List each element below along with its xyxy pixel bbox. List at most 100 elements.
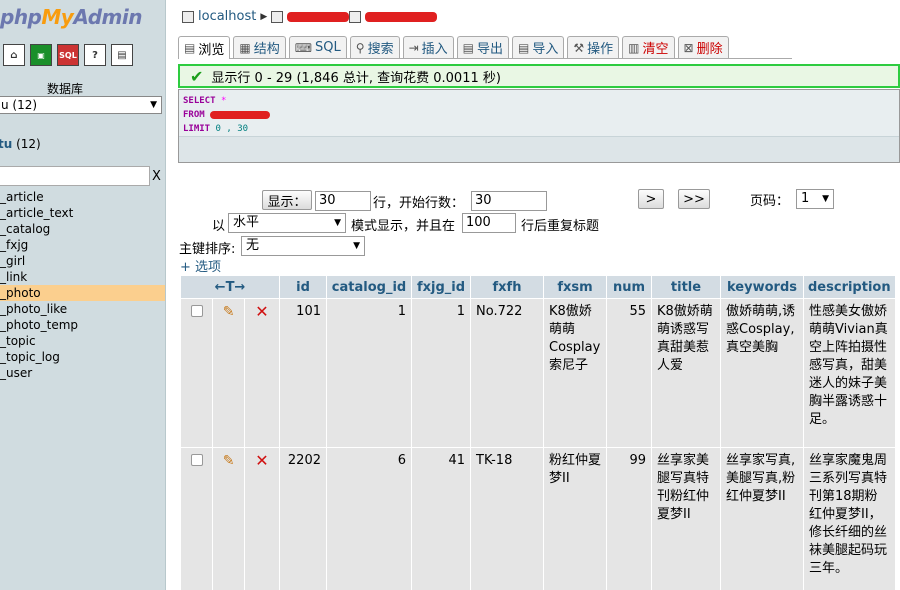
cell-id[interactable]: 2202: [280, 448, 326, 590]
tab-label: 删除: [696, 42, 723, 57]
chevron-down-icon: ▼: [822, 194, 829, 204]
table-filter-input[interactable]: [0, 166, 150, 186]
column-header-fxsm[interactable]: fxsm: [544, 276, 606, 298]
cell-fxfh[interactable]: TK-18: [471, 448, 543, 590]
column-header-keywords[interactable]: keywords: [721, 276, 803, 298]
tab-label: 操作: [587, 42, 614, 57]
cell-keywords[interactable]: 傲娇萌萌,诱惑Cosplay,真空美胸: [721, 299, 803, 447]
tab-sql[interactable]: ⌨ SQL: [288, 36, 347, 58]
help-icon[interactable]: ?: [84, 44, 106, 66]
table-list-item[interactable]: _article: [0, 189, 165, 205]
cell-title[interactable]: K8傲娇萌萌诱惑写真甜美惹人爱: [652, 299, 720, 447]
edit-pencil-icon[interactable]: ✎: [223, 304, 235, 320]
tab-drop[interactable]: ⊠ 删除: [677, 36, 729, 58]
repeat-header-label: 行后重复标题: [521, 219, 600, 234]
sort-select[interactable]: 无 ▼: [241, 236, 365, 256]
home-icon[interactable]: ⌂: [3, 44, 25, 66]
table-list-item[interactable]: _user: [0, 365, 165, 381]
tab-insert[interactable]: ⇥ 插入: [402, 36, 454, 58]
show-button[interactable]: 显示：: [262, 190, 312, 210]
database-select[interactable]: u (12) ▼: [0, 96, 162, 114]
rows-input[interactable]: 30: [315, 191, 371, 211]
table-list-item[interactable]: _girl: [0, 253, 165, 269]
tab-import[interactable]: ▤ 导入: [512, 36, 565, 58]
table-list-item[interactable]: _topic_log: [0, 349, 165, 365]
table-list-item[interactable]: _article_text: [0, 205, 165, 221]
cell-fxjg_id[interactable]: 41: [412, 448, 470, 590]
column-header-fxfh[interactable]: fxfh: [471, 276, 543, 298]
row-delete-cell: ✕: [244, 448, 279, 590]
success-text: 显示行 0 - 29 (1,846 总计, 查询花费 0.0011 秒): [211, 70, 501, 86]
column-resize-header[interactable]: ←T→: [181, 276, 279, 298]
repeat-header-input[interactable]: 100: [462, 213, 516, 233]
current-database[interactable]: tu (12): [0, 137, 41, 151]
delete-x-icon[interactable]: ✕: [255, 302, 268, 321]
sql-window-icon[interactable]: SQL: [57, 44, 79, 66]
rows-label: 行，开始行数：: [373, 196, 465, 211]
column-header-title[interactable]: title: [652, 276, 720, 298]
table-list-item[interactable]: _photo_like: [0, 301, 165, 317]
cell-id[interactable]: 101: [280, 299, 326, 447]
clear-filter-icon[interactable]: X: [152, 169, 161, 184]
search-icon: ⚲: [355, 40, 365, 55]
table-list-item[interactable]: _photo: [0, 285, 165, 301]
page-select[interactable]: 1 ▼: [796, 189, 834, 209]
browse-icon: ▤: [184, 41, 196, 55]
tab-export[interactable]: ▤ 导出: [456, 36, 510, 58]
row-checkbox[interactable]: [190, 454, 203, 466]
last-page-button[interactable]: >>: [678, 189, 710, 209]
tab-label: 导出: [477, 42, 504, 57]
table-list-item[interactable]: _topic: [0, 333, 165, 349]
tab-empty[interactable]: ▥ 清空: [622, 36, 675, 58]
column-header-description[interactable]: description: [804, 276, 895, 298]
drop-icon: ⊠: [683, 40, 694, 55]
tab-search[interactable]: ⚲ 搜索: [349, 36, 400, 58]
next-page-button[interactable]: >: [638, 189, 664, 209]
mode-prefix: 以: [212, 219, 226, 234]
cell-fxjg_id[interactable]: 1: [412, 299, 470, 447]
exit-icon[interactable]: ▣: [30, 44, 52, 66]
cell-catalog_id[interactable]: 6: [327, 448, 411, 590]
cell-fxfh[interactable]: No.722: [471, 299, 543, 447]
cell-num[interactable]: 99: [607, 448, 651, 590]
table-list-item[interactable]: _photo_temp: [0, 317, 165, 333]
column-header-id[interactable]: id: [280, 276, 326, 298]
breadcrumb-server[interactable]: localhost: [198, 9, 256, 24]
cell-keywords[interactable]: 丝享家写真,美腿写真,粉红仲夏梦II: [721, 448, 803, 590]
row-select-cell: [181, 448, 213, 590]
redacted-database-name: [287, 11, 350, 22]
tab-label: SQL: [315, 40, 341, 55]
options-link[interactable]: + 选项: [180, 256, 221, 275]
check-icon: ✔: [190, 66, 204, 86]
column-header-catalog_id[interactable]: catalog_id: [327, 276, 411, 298]
cell-num[interactable]: 55: [607, 299, 651, 447]
table-list-item[interactable]: _catalog: [0, 221, 165, 237]
row-checkbox[interactable]: [190, 305, 203, 317]
row-select-cell: [181, 299, 213, 447]
sql-edit-bar: [179, 136, 899, 162]
row-delete-cell: ✕: [244, 299, 279, 447]
start-row-input[interactable]: 30: [471, 191, 547, 211]
delete-x-icon[interactable]: ✕: [255, 451, 268, 470]
tab-structure[interactable]: ▦ 结构: [233, 36, 286, 58]
cell-fxsm[interactable]: K8傲娇萌萌Cosplay索尼子: [544, 299, 606, 447]
table-list-item[interactable]: _link: [0, 269, 165, 285]
table-list-item[interactable]: _fxjg: [0, 237, 165, 253]
mode-label: 模式显示，并且在: [351, 219, 456, 234]
cell-fxsm[interactable]: 粉红仲夏梦II: [544, 448, 606, 590]
column-header-num[interactable]: num: [607, 276, 651, 298]
edit-pencil-icon[interactable]: ✎: [223, 453, 235, 469]
cell-description[interactable]: 性感美女傲娇萌萌Vivian真空上阵拍摄性感写真，甜美迷人的妹子美胸半露诱惑十足…: [804, 299, 895, 447]
cell-catalog_id[interactable]: 1: [327, 299, 411, 447]
cell-description[interactable]: 丝享家魔鬼周三系列写真特刊第18期粉红仲夏梦II，修长纤细的丝袜美腿起码玩三年。: [804, 448, 895, 590]
column-header-fxjg_id[interactable]: fxjg_id: [412, 276, 470, 298]
left-navigation: phpMyAdmin ⌂ ▣ SQL ? ▤ 数据库 u (12)▼ tu (1…: [0, 0, 166, 590]
tab-browse[interactable]: ▤ 浏览: [178, 36, 231, 59]
tab-operations[interactable]: ⚒ 操作: [567, 36, 620, 58]
display-mode-select[interactable]: 水平 ▼: [228, 213, 346, 233]
phpmyadmin-logo[interactable]: phpMyAdmin: [0, 5, 142, 29]
docs-icon[interactable]: ▤: [111, 44, 133, 66]
cell-title[interactable]: 丝享家美腿写真特刊粉红仲夏梦II: [652, 448, 720, 590]
table-header-row: ←T→ id catalog_id fxjg_id fxfh fxsm num title k…: [181, 276, 895, 298]
tab-label: 插入: [421, 42, 448, 57]
